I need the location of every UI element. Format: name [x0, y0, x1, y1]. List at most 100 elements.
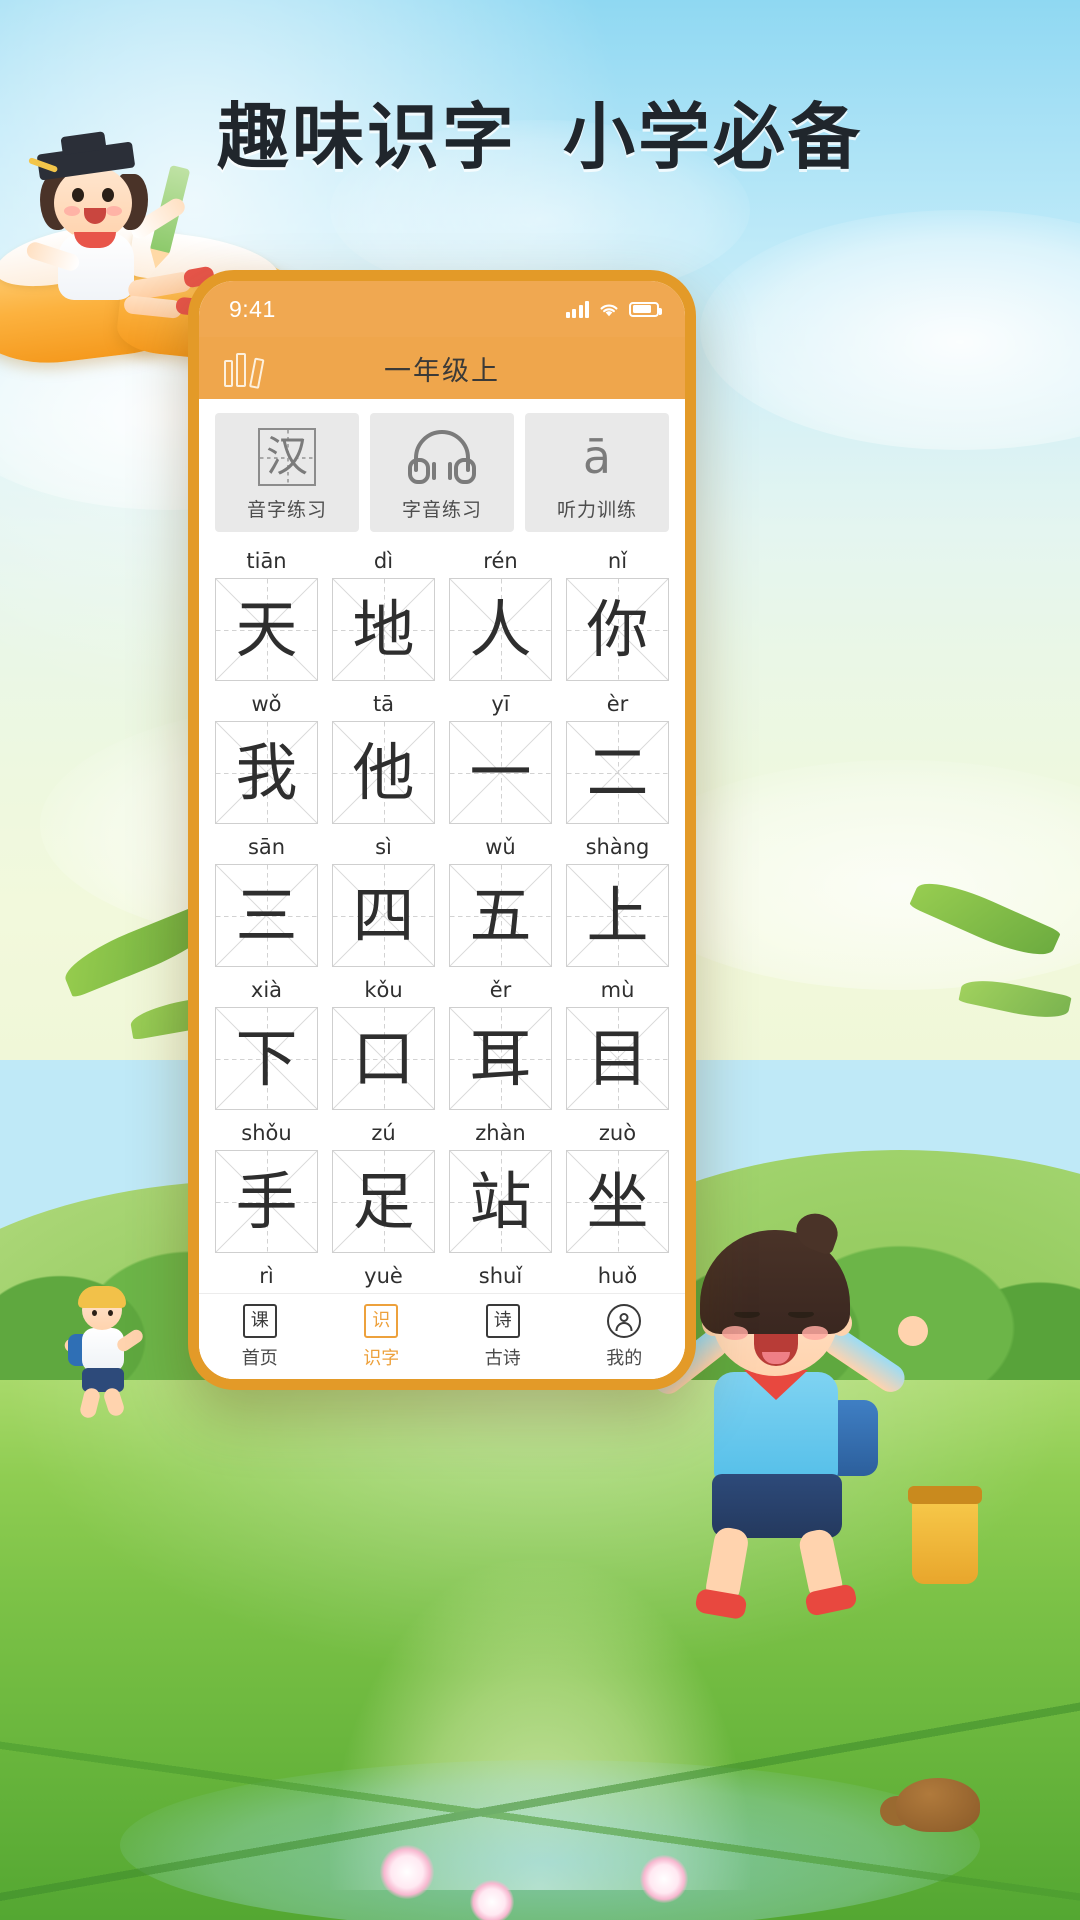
character-card[interactable]: zú 足: [332, 1116, 435, 1253]
character-grid-scroll[interactable]: tiān 天 dì 地 rén 人 nǐ 你 wǒ 我 tā 他 yī 一 èr 二 sān 三 sì 四 wǔ 五 shà…: [199, 544, 685, 1293]
pinyin-a-glyph: ā: [582, 430, 612, 484]
tianzige-cell: 耳: [449, 1007, 552, 1110]
character-glyph: 地: [352, 592, 415, 666]
feature-button-yinzi-lianxi[interactable]: 汉 音字练习: [215, 413, 359, 532]
lotus-flower: [380, 1845, 434, 1899]
han-character-grid-icon: 汉: [258, 427, 316, 487]
feature-label: 听力训练: [556, 499, 637, 521]
character-glyph: 坐: [586, 1164, 649, 1238]
character-card[interactable]: zuò 坐: [566, 1116, 669, 1253]
character-card[interactable]: tiān 天: [215, 544, 318, 681]
character-pinyin: wǔ: [485, 835, 516, 859]
character-card[interactable]: zhàn 站: [449, 1116, 552, 1253]
character-card[interactable]: dì 地: [332, 544, 435, 681]
character-glyph: 他: [352, 735, 415, 809]
character-glyph: 目: [586, 1021, 649, 1095]
character-glyph: 四: [352, 878, 415, 952]
character-pinyin: wǒ: [251, 692, 282, 716]
character-card[interactable]: èr 二: [566, 687, 669, 824]
tab-icon-glyph: 识: [372, 1309, 391, 1331]
tianzige-cell: 坐: [566, 1150, 669, 1253]
tab-古诗[interactable]: 诗古诗: [442, 1303, 564, 1370]
character-glyph: 你: [586, 592, 649, 666]
tianzige-cell: 你: [566, 578, 669, 681]
character-card[interactable]: huǒ火: [566, 1259, 669, 1293]
character-glyph: 站: [469, 1164, 532, 1238]
character-card[interactable]: xià 下: [215, 973, 318, 1110]
character-glyph: 五: [469, 878, 532, 952]
character-pinyin: zú: [371, 1121, 396, 1145]
boy-shoe: [694, 1587, 748, 1621]
character-card[interactable]: ěr 耳: [449, 973, 552, 1110]
character-pinyin: yuè: [364, 1264, 403, 1288]
character-pinyin: zhàn: [475, 1121, 526, 1145]
boy-hand: [898, 1316, 928, 1346]
girl-leg: [123, 295, 183, 319]
character-card[interactable]: rén 人: [449, 544, 552, 681]
feature-button-tingli-xunlian[interactable]: ā 听力训练: [525, 413, 669, 532]
profile-icon: [607, 1303, 642, 1338]
character-pinyin: dì: [373, 549, 394, 573]
mascot-running-kid: [60, 1286, 150, 1420]
character-pinyin: nǐ: [607, 549, 628, 573]
tab-label: 古诗: [484, 1347, 521, 1369]
character-card[interactable]: kǒu 口: [332, 973, 435, 1110]
character-pinyin: kǒu: [364, 978, 403, 1002]
tianzige-cell: 目: [566, 1007, 669, 1110]
character-card[interactable]: wǔ 五: [449, 830, 552, 967]
character-card[interactable]: yuè月: [332, 1259, 435, 1293]
character-pinyin: ěr: [489, 978, 512, 1002]
tianzige-cell: 一: [449, 721, 552, 824]
character-pinyin: tiān: [246, 549, 287, 573]
character-glyph: 三: [235, 878, 298, 952]
feature-label: 音字练习: [246, 499, 327, 521]
han-glyph: 汉: [265, 432, 308, 481]
character-glyph: 人: [469, 592, 532, 666]
character-glyph: 下: [235, 1021, 298, 1095]
feature-button-row: 汉 音字练习 字音练习 ā 听力训练: [199, 399, 685, 544]
lotus-flower: [640, 1855, 688, 1903]
character-card[interactable]: rì日: [215, 1259, 318, 1293]
tab-我的[interactable]: 我的: [564, 1303, 686, 1370]
tab-识字[interactable]: 识识字: [321, 1303, 443, 1370]
character-card[interactable]: shuǐ水: [449, 1259, 552, 1293]
tianzige-cell: 手: [215, 1150, 318, 1253]
girl-cheek: [64, 206, 80, 216]
girl-cheek: [106, 206, 122, 216]
tianzige-cell: 人: [449, 578, 552, 681]
character-pinyin: èr: [606, 692, 629, 716]
literacy-icon: 识: [364, 1303, 399, 1338]
character-card[interactable]: wǒ 我: [215, 687, 318, 824]
character-card[interactable]: tā 他: [332, 687, 435, 824]
tianzige-cell: 天: [215, 578, 318, 681]
tianzige-box: 汉: [258, 428, 316, 486]
tab-首页[interactable]: 课首页: [199, 1303, 321, 1370]
character-pinyin: yī: [491, 692, 510, 716]
tianzige-cell: 上: [566, 864, 669, 967]
poster-headline: 趣味识字 小学必备: [216, 98, 863, 178]
boy-hair: [700, 1230, 850, 1334]
character-pinyin: xià: [250, 978, 283, 1002]
tianzige-cell: 五: [449, 864, 552, 967]
character-card[interactable]: sān 三: [215, 830, 318, 967]
character-card[interactable]: nǐ 你: [566, 544, 669, 681]
wifi-icon: [600, 303, 618, 316]
character-grid: tiān 天 dì 地 rén 人 nǐ 你 wǒ 我 tā 他 yī 一 èr 二 sān 三 sì 四 wǔ 五 shà…: [215, 544, 669, 1293]
tianzige-cell: 地: [332, 578, 435, 681]
kid-body: [82, 1328, 124, 1372]
character-glyph: 上: [586, 878, 649, 952]
app-header: 一年级上: [199, 337, 685, 399]
character-card[interactable]: yī 一: [449, 687, 552, 824]
headphones-icon: [406, 427, 478, 487]
boy-cheek: [802, 1326, 828, 1340]
feature-button-ziyin-lianxi[interactable]: 字音练习: [370, 413, 514, 532]
status-bar: 9:41: [199, 281, 685, 337]
bottom-tab-bar: 课首页识识字诗古诗 我的: [199, 1293, 685, 1379]
kid-hair: [78, 1286, 126, 1308]
character-glyph: 天: [235, 592, 298, 666]
character-card[interactable]: shǒu 手: [215, 1116, 318, 1253]
character-card[interactable]: sì 四: [332, 830, 435, 967]
status-time: 9:41: [229, 295, 276, 322]
character-card[interactable]: shàng 上: [566, 830, 669, 967]
character-card[interactable]: mù 目: [566, 973, 669, 1110]
